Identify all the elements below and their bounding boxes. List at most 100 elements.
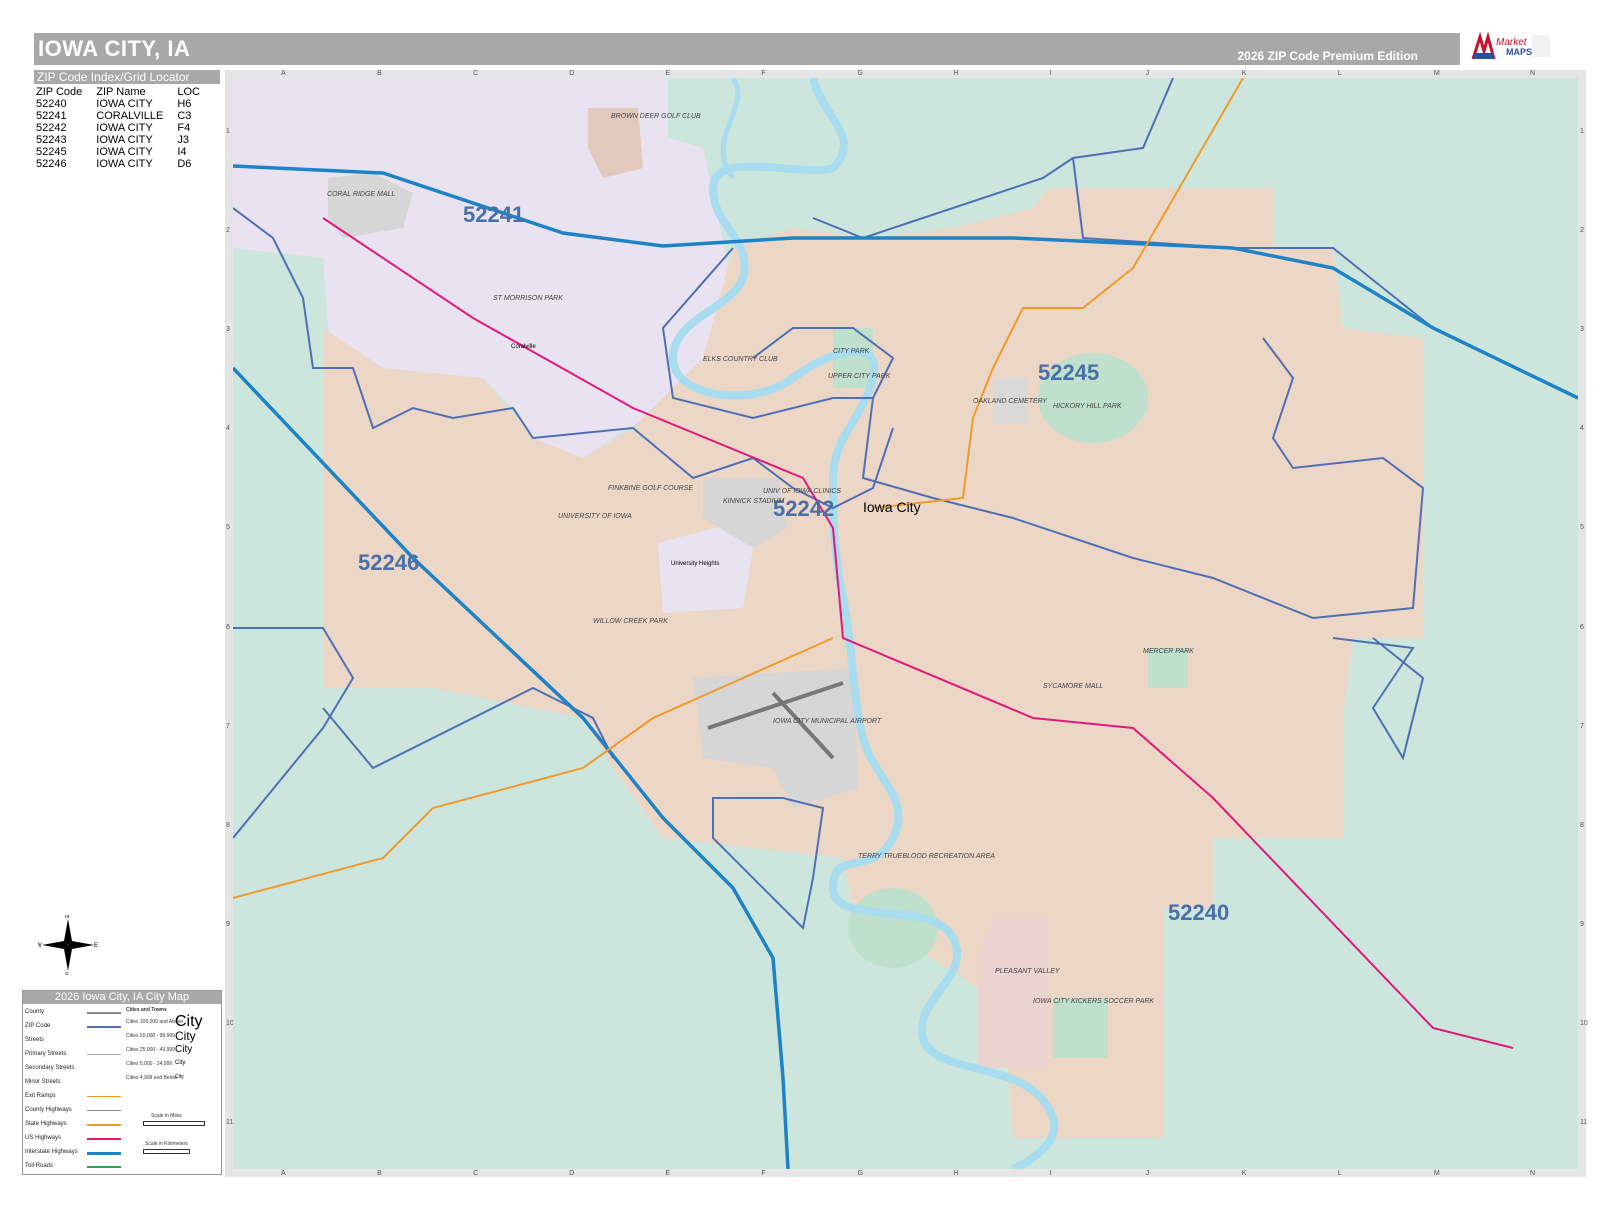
table-row: 52240 IOWA CITY H6 bbox=[36, 98, 214, 110]
legend-interstate: Interstate Highways bbox=[25, 1149, 78, 1155]
grid-column-label: H bbox=[953, 1170, 959, 1177]
legend-primary-line bbox=[87, 1054, 121, 1055]
place-kinnick: KINNICK STADIUM bbox=[723, 498, 784, 505]
legend-city-sample: City bbox=[175, 1074, 184, 1080]
grid-column-label: L bbox=[1337, 1170, 1342, 1177]
place-brown-deer: BROWN DEER GOLF CLUB bbox=[611, 113, 701, 120]
grid-row-label: 1 bbox=[1580, 127, 1584, 135]
grid-column-label: E bbox=[665, 70, 670, 77]
table-row: 52243 IOWA CITY J3 bbox=[36, 134, 214, 146]
grid-row-label: 6 bbox=[1580, 623, 1584, 631]
pleasant-valley-area bbox=[978, 918, 1048, 1068]
zip-label-52241: 52241 bbox=[463, 202, 524, 227]
grid-column-label: E bbox=[665, 1170, 670, 1177]
zip-cell: 52245 bbox=[36, 146, 67, 158]
grid-column-label: C bbox=[473, 1170, 479, 1177]
edition-label: 2026 ZIP Code Premium Edition bbox=[1237, 49, 1419, 63]
zip-cell: 52240 bbox=[36, 98, 67, 110]
scale-bar-km bbox=[143, 1149, 190, 1154]
place-clinics: UNIV OF IOWA CLINICS bbox=[763, 488, 841, 495]
zip-label-52245: 52245 bbox=[1038, 360, 1099, 385]
grid-column-label: N bbox=[1529, 1170, 1536, 1177]
grid-column-label: N bbox=[1529, 70, 1536, 77]
name-cell: IOWA CITY bbox=[96, 146, 153, 158]
grid-row-label: 8 bbox=[226, 821, 230, 829]
table-row: 52246 IOWA CITY D6 bbox=[36, 158, 214, 170]
place-hickory-hill: HICKORY HILL PARK bbox=[1053, 403, 1122, 410]
grid-row-label: 4 bbox=[1580, 425, 1584, 433]
grid-column-label: I bbox=[1049, 70, 1052, 77]
legend-city-sample: City bbox=[175, 1044, 193, 1055]
grid-row-label: 3 bbox=[226, 325, 230, 333]
loc-cell: D6 bbox=[177, 158, 192, 170]
grid-row-label: 11 bbox=[1580, 1119, 1588, 1127]
place-pleasant-valley: PLEASANT VALLEY bbox=[995, 968, 1061, 975]
loc-cell: F4 bbox=[177, 122, 191, 134]
place-airport: IOWA CITY MUNICIPAL AIRPORT bbox=[773, 718, 882, 725]
legend-state-hwy: State Highways bbox=[25, 1121, 67, 1127]
place-mercer: MERCER PARK bbox=[1143, 648, 1194, 655]
place-elks: ELKS COUNTRY CLUB bbox=[703, 356, 778, 363]
grid-column-label: G bbox=[857, 70, 863, 77]
place-coralville: Coralville bbox=[511, 344, 536, 350]
zip-label-52246: 52246 bbox=[358, 550, 419, 575]
grid-column-label: B bbox=[377, 1170, 382, 1177]
place-finkbine: FINKBINE GOLF COURSE bbox=[608, 485, 693, 492]
grid-row-label: 6 bbox=[226, 623, 230, 631]
compass-w: W bbox=[38, 943, 42, 949]
legend-title: 2026 Iowa City, IA City Map bbox=[23, 991, 221, 1004]
legend-us-hwy-line bbox=[87, 1138, 121, 1140]
grid-row-label: 9 bbox=[226, 921, 230, 929]
grid-row-label: 2 bbox=[1580, 226, 1584, 234]
compass-n: N bbox=[65, 915, 69, 920]
legend-city-sample: City bbox=[175, 1060, 186, 1066]
grid-column-label: I bbox=[1049, 1170, 1052, 1177]
grid-column-label: F bbox=[761, 1170, 766, 1177]
city-label-iowa-city: Iowa City bbox=[863, 499, 921, 515]
legend-scale-km: Scale in Kilometers bbox=[145, 1141, 188, 1147]
loc-cell: I4 bbox=[177, 146, 187, 158]
legend-county: County bbox=[25, 1009, 45, 1015]
loc-cell: J3 bbox=[177, 134, 189, 146]
grid-column-label: M bbox=[1433, 70, 1440, 77]
name-cell: IOWA CITY bbox=[96, 158, 153, 170]
loc-cell: H6 bbox=[177, 98, 192, 110]
grid-row-label: 7 bbox=[226, 722, 230, 730]
legend-zip-line bbox=[87, 1026, 121, 1028]
legend-zip: ZIP Code bbox=[25, 1023, 51, 1029]
place-willow-creek: WILLOW CREEK PARK bbox=[593, 618, 668, 625]
legend-exit: Exit Ramps bbox=[25, 1093, 56, 1099]
grid-row-label: 5 bbox=[226, 524, 230, 532]
name-cell: IOWA CITY bbox=[96, 134, 153, 146]
grid-column-label: K bbox=[1241, 70, 1247, 77]
terry-trueblood-park bbox=[848, 888, 938, 968]
place-university: UNIVERSITY OF IOWA bbox=[558, 513, 632, 520]
zip-cell: 52241 bbox=[36, 110, 67, 122]
place-city-park: CITY PARK bbox=[833, 348, 870, 355]
zip-index-header-row: ZIP Code ZIP Name LOC bbox=[36, 86, 214, 98]
zip-cell: 52242 bbox=[36, 122, 67, 134]
grid-column-label: B bbox=[377, 70, 382, 77]
name-cell: IOWA CITY bbox=[96, 122, 153, 134]
legend-streets: Streets bbox=[25, 1037, 45, 1043]
grid-column-label: A bbox=[281, 70, 286, 77]
grid-row-label: 3 bbox=[1580, 325, 1584, 333]
name-cell: IOWA CITY bbox=[96, 98, 153, 110]
compass-e: E bbox=[94, 943, 98, 949]
legend-county-hwy-line bbox=[87, 1110, 121, 1111]
place-oakland: OAKLAND CEMETERY bbox=[973, 398, 1048, 405]
zip-code-map[interactable]: 52241 52245 52242 52246 52240 Iowa City … bbox=[233, 78, 1578, 1169]
grid-column-label: L bbox=[1337, 70, 1342, 77]
grid-row-label: 10 bbox=[1580, 1020, 1588, 1028]
legend-county-hwy: County Highways bbox=[25, 1107, 72, 1113]
grid-column-label: M bbox=[1433, 1170, 1440, 1177]
col-zip: ZIP Code bbox=[36, 86, 83, 98]
legend-city-class: Cities 4,999 and Below bbox=[126, 1075, 178, 1081]
grid-column-label: D bbox=[569, 1170, 575, 1177]
legend-secondary: Secondary Streets bbox=[25, 1065, 75, 1071]
grid-row-label: 9 bbox=[1580, 921, 1584, 929]
legend-city-sample: City bbox=[175, 1029, 196, 1043]
grid-row-label: 7 bbox=[1580, 722, 1584, 730]
legend-interstate-line bbox=[87, 1152, 121, 1155]
grid-row-label: 8 bbox=[1580, 821, 1584, 829]
